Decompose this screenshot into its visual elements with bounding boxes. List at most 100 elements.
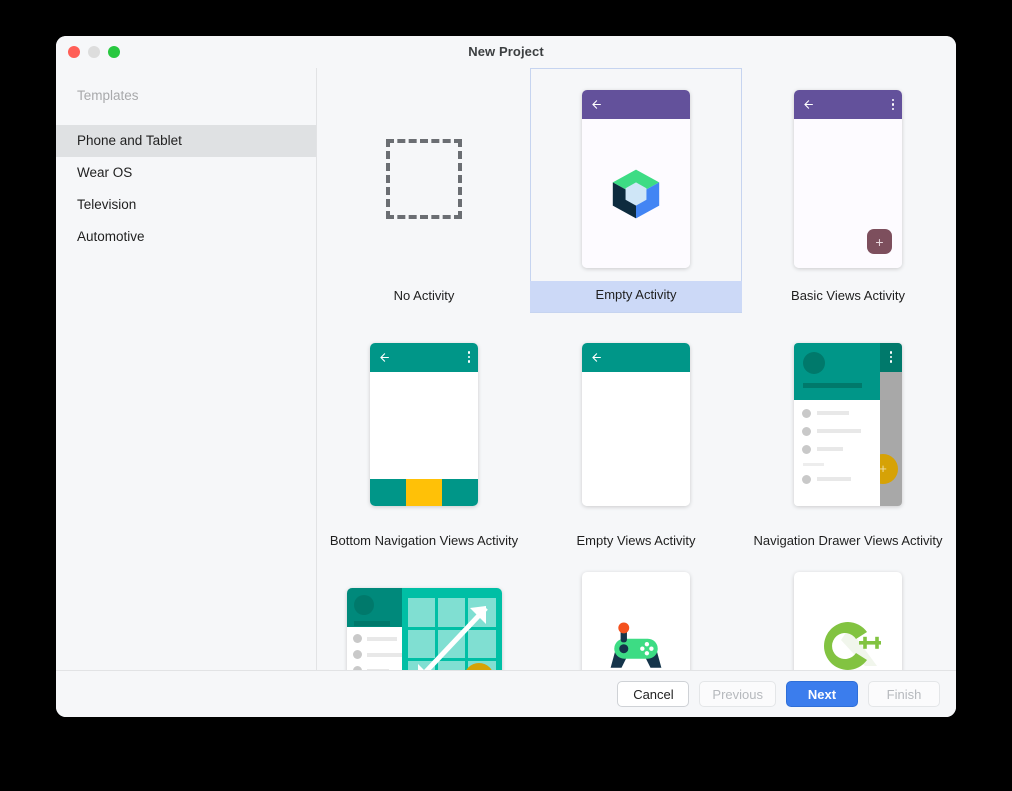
tablet-preview: + — [346, 588, 502, 670]
template-card-empty-views-activity[interactable]: Empty Views Activity — [530, 313, 742, 558]
navigation-drawer-panel — [346, 588, 402, 670]
sidebar-item-phone-and-tablet[interactable]: Phone and Tablet — [56, 125, 316, 157]
template-card-bottom-navigation-views-activity[interactable]: Bottom Navigation Views Activity — [318, 313, 530, 558]
back-arrow-icon — [592, 100, 601, 109]
avatar — [353, 595, 374, 615]
template-label: No Activity — [393, 288, 455, 303]
preview-body — [582, 371, 690, 506]
template-label: Empty Views Activity — [576, 533, 696, 548]
app-bar-overflow-area — [880, 342, 902, 372]
sidebar-item-wear-os[interactable]: Wear OS — [56, 157, 316, 189]
drawer-divider — [803, 462, 824, 466]
bottom-navigation-bar — [370, 478, 478, 506]
template-card-native-cpp[interactable] — [742, 558, 954, 670]
floating-action-button-icon: + — [867, 229, 892, 254]
phone-preview — [582, 90, 690, 268]
overflow-menu-icon — [889, 351, 893, 363]
template-thumbnail: + — [742, 76, 954, 282]
jetpack-compose-icon — [612, 169, 660, 218]
sidebar-list: Phone and Tablet Wear OS Television Auto… — [56, 125, 316, 253]
template-label: Navigation Drawer Views Activity — [753, 533, 943, 548]
phone-preview — [370, 342, 478, 506]
bottom-nav-item — [442, 478, 478, 506]
drawer-item-line — [366, 636, 397, 641]
template-thumbnail: + — [318, 566, 530, 670]
new-project-dialog: New Project Templates Phone and Tablet W… — [56, 36, 956, 717]
drawer-item-icon — [802, 408, 811, 418]
resize-diagonal-arrow-icon — [417, 606, 488, 670]
phone-preview: + — [794, 90, 902, 268]
template-card-basic-views-activity[interactable]: + Basic Views Activity — [742, 68, 954, 313]
preview-card — [582, 572, 690, 670]
phone-preview: + — [794, 342, 902, 506]
overflow-menu-icon — [467, 351, 470, 363]
preview-body — [582, 119, 690, 268]
drawer-item — [352, 634, 402, 643]
phone-preview — [582, 342, 690, 506]
drawer-header — [794, 342, 880, 400]
template-card-navigation-drawer-views-activity[interactable]: + Navigation Drawer Views Activity — [742, 313, 954, 558]
drawer-item-line — [817, 429, 861, 433]
next-button[interactable]: Next — [786, 681, 858, 707]
dashed-placeholder-icon — [386, 139, 462, 219]
app-bar — [794, 90, 902, 119]
template-card-responsive-views-activity[interactable]: + — [318, 558, 530, 670]
drawer-items — [347, 627, 402, 670]
previous-button: Previous — [699, 681, 776, 707]
template-thumbnail — [530, 77, 742, 281]
bottom-nav-item-active — [406, 478, 442, 506]
back-arrow-icon — [380, 352, 389, 362]
drawer-item-icon — [802, 444, 811, 454]
sidebar-item-automotive[interactable]: Automotive — [56, 221, 316, 253]
finish-button: Finish — [868, 681, 940, 707]
sidebar-item-television[interactable]: Television — [56, 189, 316, 221]
drawer-item-line — [817, 447, 843, 451]
drawer-item-icon — [352, 634, 362, 643]
template-card-no-activity[interactable]: No Activity — [318, 68, 530, 313]
back-arrow-icon — [592, 352, 601, 362]
template-card-game-activity[interactable] — [530, 558, 742, 670]
drawer-item — [802, 444, 880, 454]
drawer-item-icon — [802, 474, 811, 484]
overflow-menu-icon — [891, 98, 894, 111]
template-thumbnail — [318, 321, 530, 527]
title-bar: New Project — [56, 36, 956, 68]
drawer-item-icon — [802, 426, 811, 436]
template-thumbnail — [530, 566, 742, 670]
template-label: Empty Activity — [530, 281, 742, 312]
cpp-logo-icon — [824, 622, 881, 670]
drawer-header — [346, 588, 402, 627]
screenshot-root: New Project Templates Phone and Tablet W… — [0, 0, 1012, 791]
drawer-item — [802, 474, 880, 484]
sidebar-header: Templates — [77, 88, 139, 103]
cancel-button[interactable]: Cancel — [617, 681, 690, 707]
preview-card — [794, 572, 902, 670]
back-arrow-icon — [804, 100, 813, 109]
drawer-item-icon — [352, 650, 362, 659]
app-bar — [582, 342, 690, 372]
template-card-empty-activity[interactable]: Empty Activity — [530, 68, 742, 313]
bottom-nav-item — [370, 478, 406, 506]
game-controller-icon — [610, 622, 662, 668]
drawer-item-line — [366, 652, 402, 657]
avatar — [803, 351, 825, 374]
drawer-header-line — [353, 621, 390, 626]
drawer-items — [794, 400, 880, 484]
templates-sidebar: Templates Phone and Tablet Wear OS Telev… — [56, 68, 317, 670]
dialog-title: New Project — [468, 44, 544, 59]
template-label: Basic Views Activity — [791, 288, 905, 303]
template-label: Bottom Navigation Views Activity — [329, 533, 519, 548]
drawer-item — [352, 650, 402, 659]
dialog-footer: Cancel Previous Next Finish — [56, 670, 956, 717]
drawer-header-line — [803, 382, 862, 388]
template-gallery[interactable]: No Activity Empty Activity + Basic Views… — [318, 68, 956, 670]
template-thumbnail — [318, 76, 530, 282]
app-bar — [582, 90, 690, 119]
template-thumbnail — [742, 566, 954, 670]
template-thumbnail: + — [742, 321, 954, 527]
template-thumbnail — [530, 321, 742, 527]
drawer-item — [802, 426, 880, 436]
app-bar — [370, 342, 478, 372]
drawer-item-line — [817, 477, 851, 481]
template-grid: No Activity Empty Activity + Basic Views… — [318, 68, 956, 670]
